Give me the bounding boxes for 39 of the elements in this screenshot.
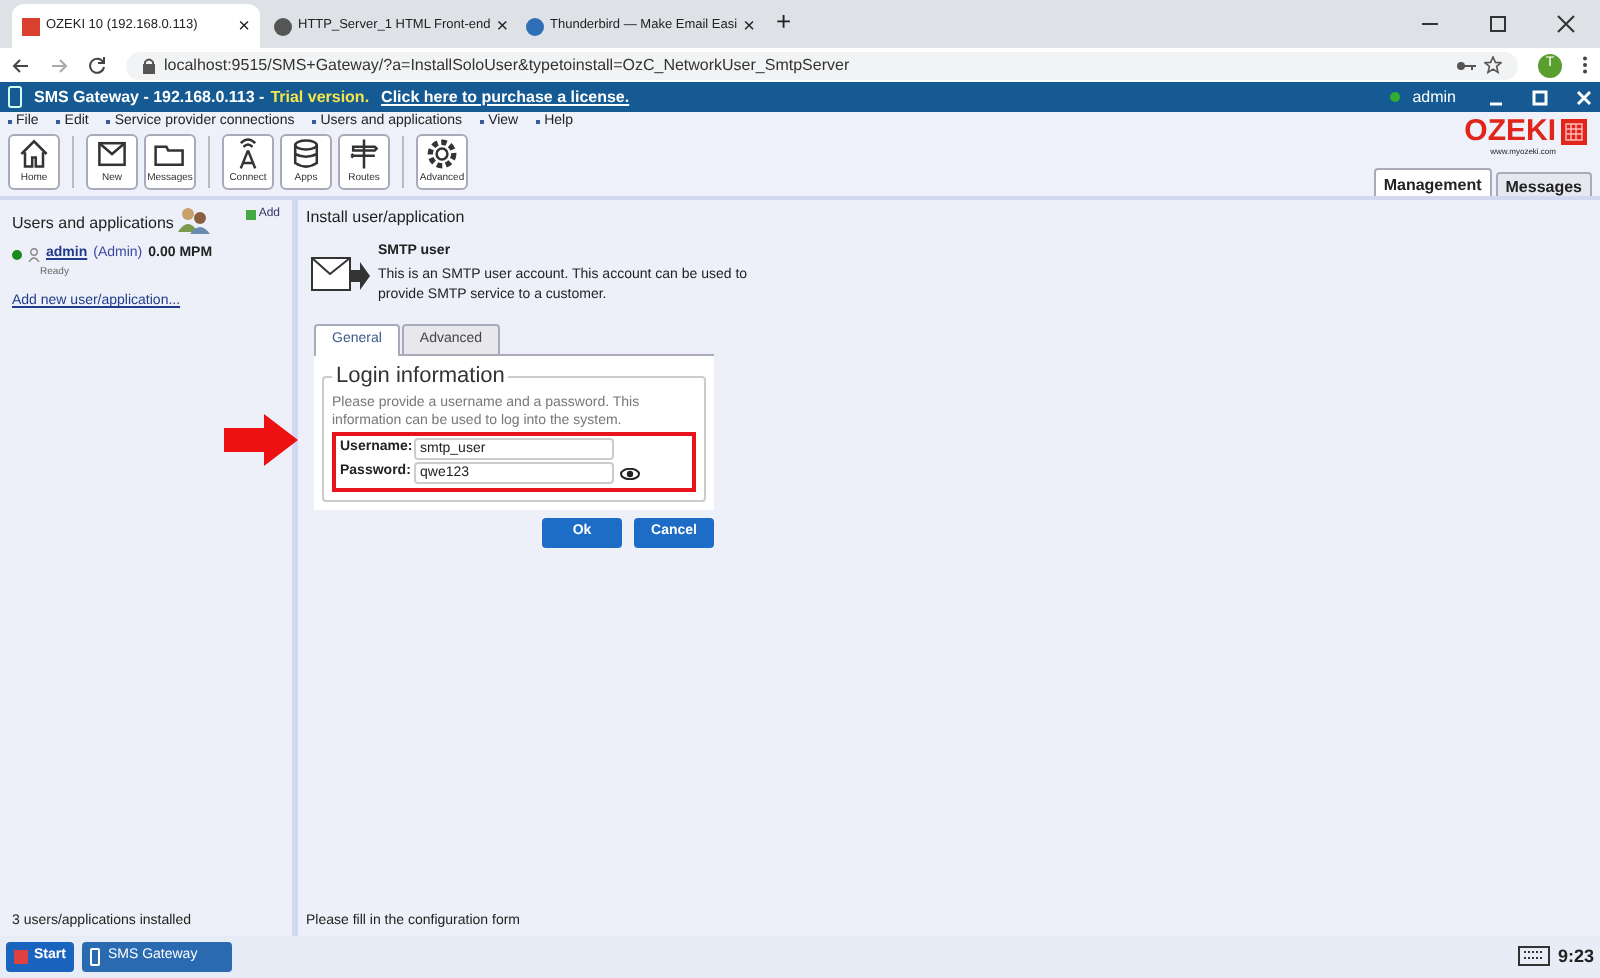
fieldset-legend: Login information (332, 360, 509, 393)
gear-icon (424, 136, 460, 173)
favicon-icon (22, 17, 40, 35)
favicon-icon (526, 17, 544, 35)
close-button[interactable]: × (238, 11, 250, 41)
keyboard-icon[interactable] (1517, 945, 1550, 969)
pointer-arrow-icon (224, 414, 298, 466)
close-button[interactable]: × (496, 11, 509, 41)
new-tab-button[interactable]: + (776, 1, 792, 40)
panel-title: Users and applications (12, 212, 174, 236)
purchase-link[interactable]: Click here to purchase a license. (381, 85, 630, 109)
key-icon[interactable] (1456, 59, 1476, 71)
app-title: SMS Gateway - 192.168.0.113 - (34, 85, 265, 109)
logo-text: OZEKI (1464, 116, 1556, 146)
star-icon[interactable] (1484, 56, 1502, 74)
users-icon (177, 206, 210, 234)
clock: 9:23 (1557, 943, 1594, 970)
maximize-icon[interactable] (1488, 14, 1508, 34)
eye-icon[interactable] (620, 467, 640, 479)
view-tab[interactable]: Messages (1495, 172, 1592, 196)
database-icon (288, 136, 324, 173)
grid-logo-icon (1560, 117, 1588, 145)
signpost-icon (346, 136, 382, 173)
favicon-icon (274, 17, 292, 35)
house-icon (16, 136, 52, 173)
trial-text: Trial version. (270, 85, 370, 109)
address-bar[interactable]: localhost:9515/SMS+Gateway/?a=InstallSoloUser&typetoinstall=OzC_NetworkUser_SmtpServer (126, 51, 1518, 79)
view-tab[interactable]: Management (1373, 168, 1492, 196)
phone-icon (8, 86, 22, 108)
more-icon[interactable] (1582, 56, 1588, 74)
reload-icon[interactable] (88, 56, 106, 74)
close-button[interactable]: × (743, 11, 755, 41)
back-icon[interactable] (12, 57, 30, 73)
url-text: localhost:9515/SMS+Gateway/?a=InstallSoloUser&typetoinstall=OzC_NetworkUser_SmtpServer (164, 53, 852, 77)
person-icon (28, 247, 40, 262)
panel-title: Install user/application (306, 206, 467, 230)
close-icon[interactable] (1556, 14, 1576, 34)
lock-icon (142, 57, 156, 73)
user-name: admin (1412, 85, 1456, 109)
